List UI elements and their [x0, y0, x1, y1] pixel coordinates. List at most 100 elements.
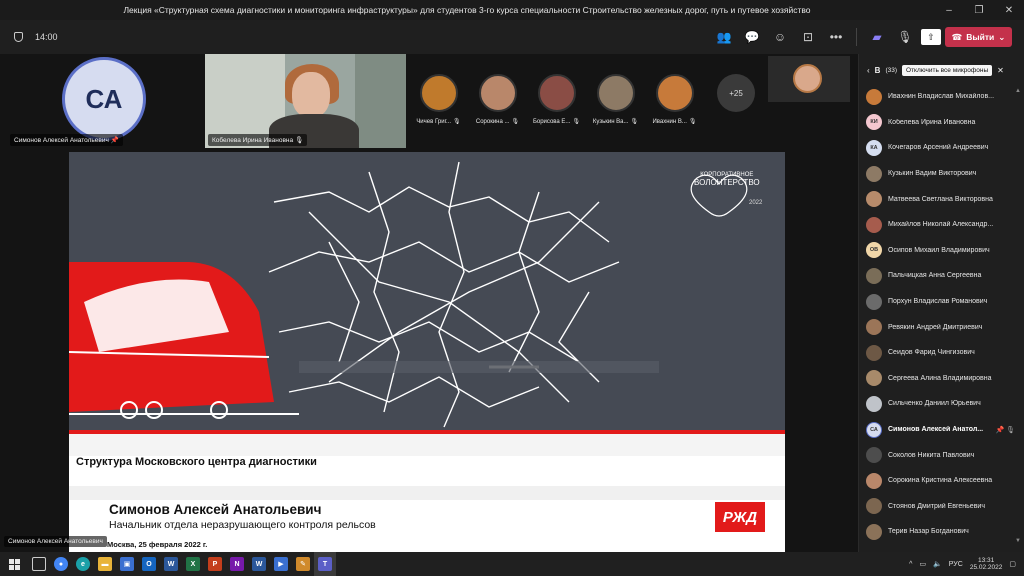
list-item[interactable]: Порхун Владислав Романович: [859, 289, 1024, 315]
avatar: ОВ: [866, 242, 882, 259]
excel-icon[interactable]: X: [182, 552, 204, 576]
participant-tile[interactable]: Борисова Е... 🎙: [530, 74, 583, 125]
chevron-up-icon[interactable]: ^: [909, 561, 912, 568]
list-item[interactable]: Стоянов Дмитрий Евгеньевич: [859, 494, 1024, 520]
start-button[interactable]: [0, 552, 28, 576]
powerpoint-icon[interactable]: P: [204, 552, 226, 576]
minimize-button[interactable]: –: [934, 5, 964, 16]
word-icon[interactable]: W: [160, 552, 182, 576]
mic-off-icon: 🎙: [572, 119, 581, 125]
outlook-icon[interactable]: O: [138, 552, 160, 576]
avatar: [866, 472, 882, 489]
pin-icon[interactable]: 📌 🎙: [995, 426, 1015, 434]
list-item[interactable]: КА Кочегаров Арсений Андреевич: [859, 135, 1024, 161]
moscow-rail-map: [69, 161, 748, 428]
avatar: [866, 88, 882, 105]
participant-name: Порхун Владислав Романович: [888, 298, 988, 306]
rail-network: [268, 161, 620, 428]
list-item[interactable]: Терив Назар Богданович: [859, 519, 1024, 545]
participant-name: Матвеева Светлана Викторовна: [888, 195, 993, 203]
video-tile-simonov[interactable]: СА Симонов Алексей Анатольевич 📌: [10, 54, 205, 148]
avatar: [866, 191, 882, 208]
rzd-logo: РЖД: [715, 502, 765, 532]
list-item[interactable]: Кузькин Вадим Викторович: [859, 161, 1024, 187]
avatar: [793, 64, 822, 93]
edge-icon[interactable]: e: [72, 552, 94, 576]
onenote-icon[interactable]: N: [226, 552, 248, 576]
participant-name: Пальчицкая Анна Сергеевна: [888, 272, 982, 280]
rooms-icon[interactable]: ⊡: [796, 25, 820, 49]
avatar: [596, 74, 635, 112]
list-item[interactable]: Михайлов Николай Александр...: [859, 212, 1024, 238]
participant-tile[interactable]: Сорокина ... 🎙: [471, 74, 524, 125]
more-icon[interactable]: •••: [824, 25, 848, 49]
paint-icon[interactable]: ✎: [292, 552, 314, 576]
participant-tile[interactable]: Чичев Григ... 🎙: [412, 74, 465, 125]
chrome-icon[interactable]: ●: [50, 552, 72, 576]
maximize-button[interactable]: ❐: [964, 5, 994, 16]
share-icon[interactable]: ⇧: [921, 29, 941, 45]
participant-name: Кузькин Вадим Викторович: [888, 170, 977, 178]
people-icon[interactable]: 👥: [712, 25, 736, 49]
reactions-icon[interactable]: ☺: [768, 25, 792, 49]
avatar: [655, 74, 694, 112]
mic-off-icon: 🎙: [630, 119, 639, 125]
close-icon[interactable]: ✕: [997, 66, 1004, 75]
list-item[interactable]: Соколов Никита Павлович: [859, 442, 1024, 468]
logo-year: 2022: [749, 200, 763, 206]
participant-name: Осипов Михаил Владимирович: [888, 246, 990, 254]
list-item[interactable]: СА Симонов Алексей Анатол... 📌 🎙: [859, 417, 1024, 443]
avatar: [866, 165, 882, 182]
system-tray: ^ ▭ 🔈 РУС 13:31 25.02.2022 ▢: [909, 552, 1016, 576]
slide-title: Структура Московского центра диагностики: [76, 456, 317, 468]
avatar: [866, 523, 882, 540]
camera-off-icon[interactable]: ▰: [865, 25, 889, 49]
list-item[interactable]: ОВ Осипов Михаил Владимирович: [859, 238, 1024, 264]
avatar: СА: [62, 57, 146, 141]
word-icon[interactable]: W: [248, 552, 270, 576]
notifications-icon[interactable]: ▢: [1009, 560, 1016, 568]
meeting-timer: 14:00: [35, 32, 58, 42]
video-icon[interactable]: ▶: [270, 552, 292, 576]
participant-tile[interactable]: Кузькин Ва... 🎙: [589, 74, 642, 125]
clock[interactable]: 13:31 25.02.2022: [970, 557, 1003, 571]
self-video-tile[interactable]: [768, 56, 850, 102]
list-item[interactable]: Сеидов Фарид Чингизович: [859, 340, 1024, 366]
mic-off-icon[interactable]: 🎙: [893, 25, 917, 49]
avatar: [866, 447, 882, 464]
close-button[interactable]: ✕: [994, 5, 1024, 16]
list-item[interactable]: КИ Кобелева Ирина Ивановна: [859, 110, 1024, 136]
list-item[interactable]: Сорокина Кристина Алексеевна: [859, 468, 1024, 494]
list-item[interactable]: Ревякин Андрей Дмитриевич: [859, 314, 1024, 340]
participant-count: (33): [885, 66, 898, 74]
list-item[interactable]: Сергеева Алина Владимировна: [859, 366, 1024, 392]
leave-button[interactable]: ☎ Выйти ⌄: [945, 27, 1012, 47]
participant-name: Ревякин Андрей Дмитриевич: [888, 323, 983, 331]
participant-name: Терив Назар Богданович: [888, 528, 969, 536]
phone-icon: ☎: [951, 31, 963, 42]
panel-title: В: [874, 65, 881, 75]
clock-time: 13:31: [977, 556, 995, 564]
more-participants-button[interactable]: +25: [717, 74, 755, 112]
scroll-down-icon[interactable]: ▼: [1015, 538, 1021, 544]
list-item[interactable]: Ивахнин Владислав Михайлов...: [859, 84, 1024, 110]
chevron-left-icon[interactable]: ‹: [867, 66, 870, 75]
network-icon[interactable]: ▭: [919, 560, 926, 568]
pin-icon: 📌: [110, 137, 119, 144]
volume-icon[interactable]: 🔈: [933, 560, 942, 568]
task-view-icon[interactable]: [28, 552, 50, 576]
participant-name: Кочегаров Арсений Андреевич: [888, 144, 989, 152]
video-person: [292, 72, 330, 118]
store-icon[interactable]: ▣: [116, 552, 138, 576]
language-indicator[interactable]: РУС: [949, 561, 963, 568]
video-tile-kobeleva[interactable]: Кобелева Ирина Ивановна 🎙: [205, 54, 406, 148]
windows-taskbar: ● e ▬ ▣ O W X P N W ▶ ✎ T ^ ▭ 🔈 РУС 13:3…: [0, 552, 1024, 576]
chevron-down-icon: ⌄: [998, 31, 1006, 42]
chat-icon[interactable]: 💬: [740, 25, 764, 49]
list-item[interactable]: Матвеева Светлана Викторовна: [859, 186, 1024, 212]
list-item[interactable]: Сильченко Даниил Юрьевич: [859, 391, 1024, 417]
participant-tile[interactable]: Ивахнин В... 🎙: [648, 74, 701, 125]
list-item[interactable]: Пальчицкая Анна Сергеевна: [859, 263, 1024, 289]
teams-icon[interactable]: T: [314, 552, 336, 576]
file-explorer-icon[interactable]: ▬: [94, 552, 116, 576]
